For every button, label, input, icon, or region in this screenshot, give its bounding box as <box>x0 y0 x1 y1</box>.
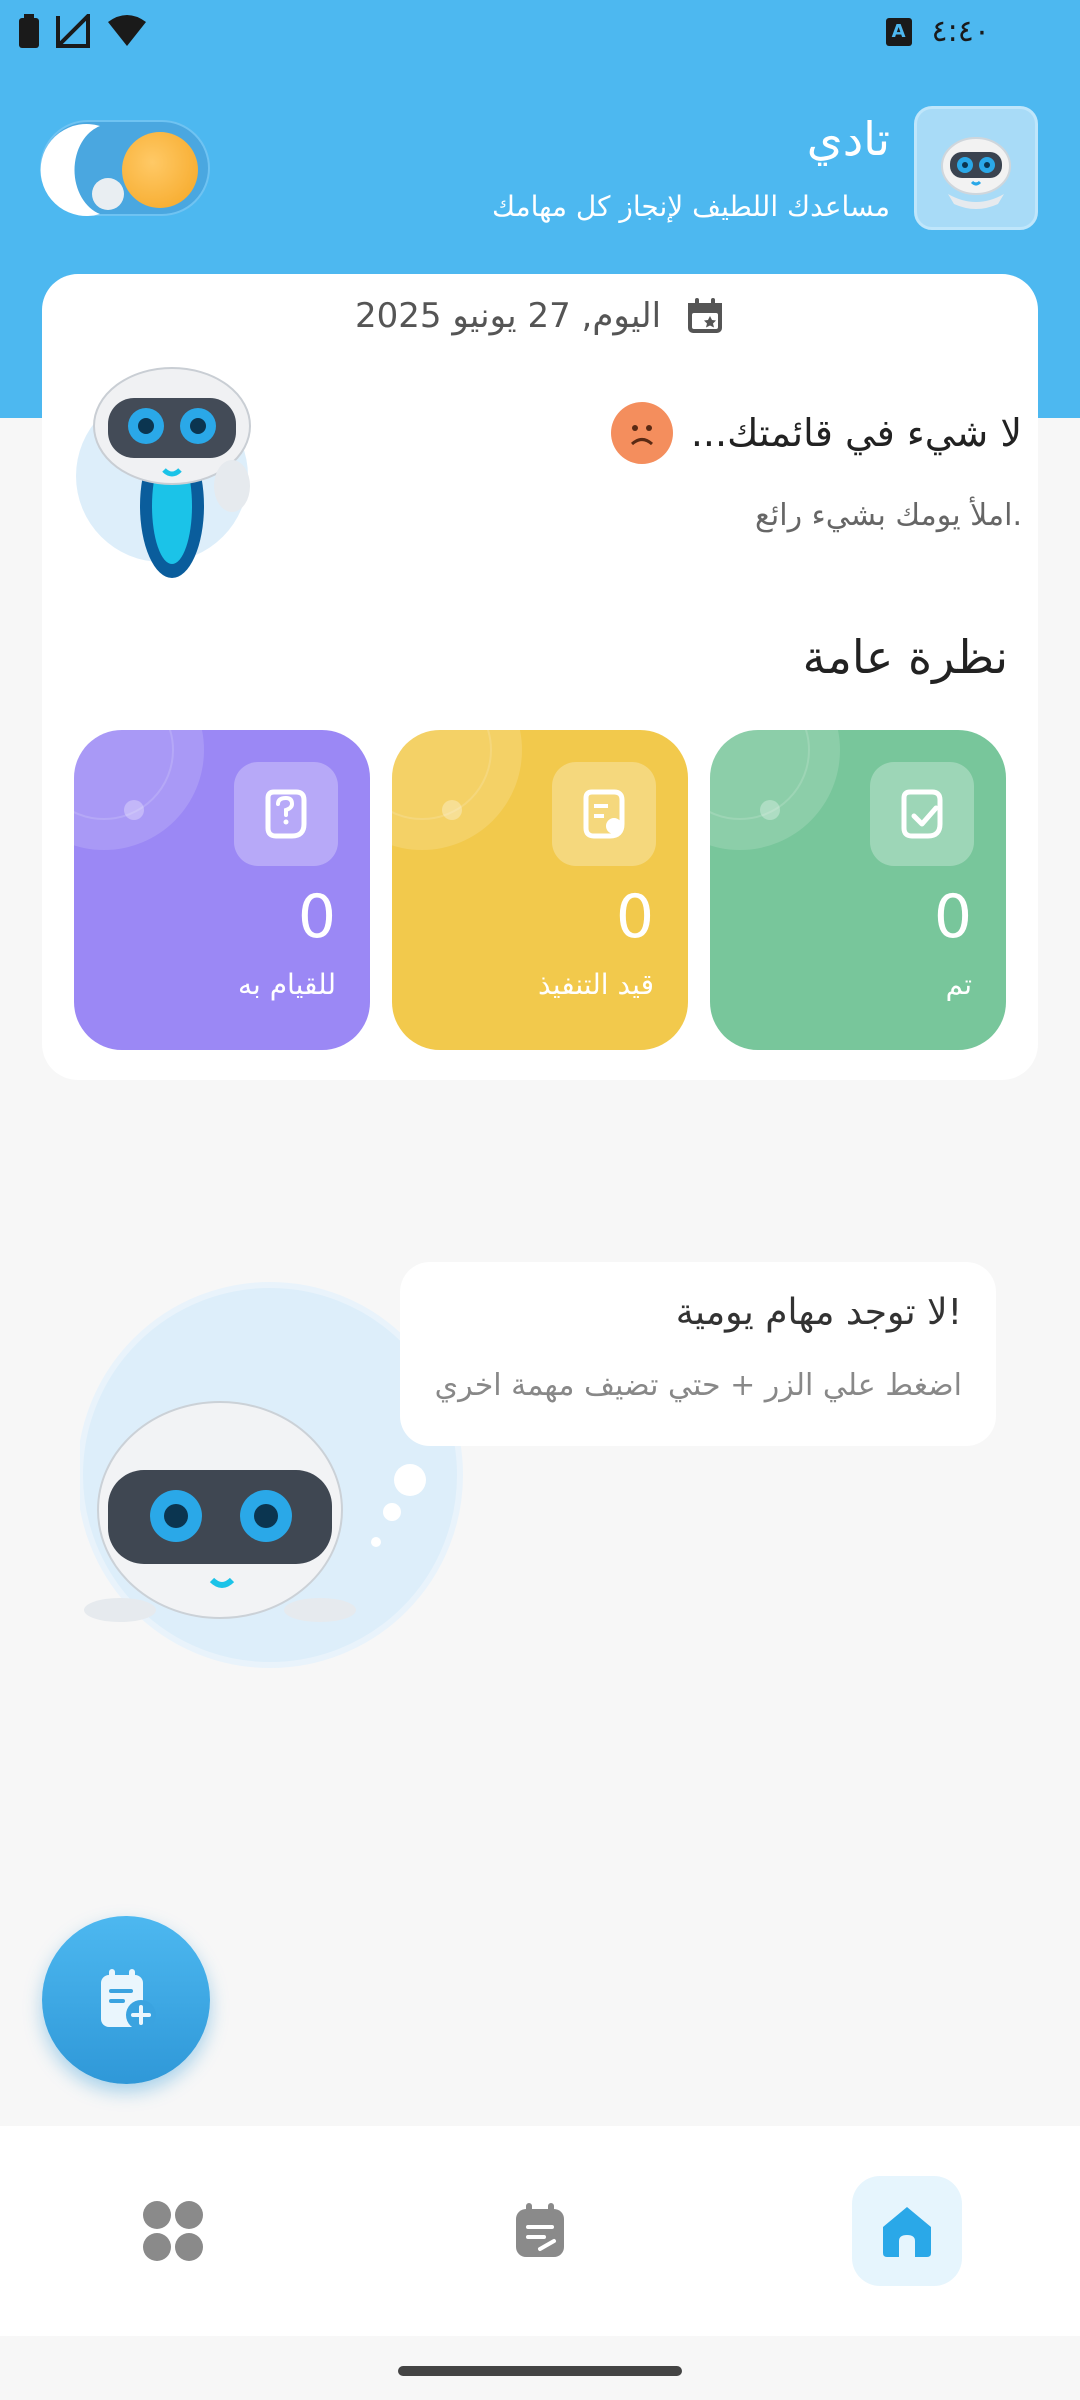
battery-icon <box>19 14 39 48</box>
in-progress-label: قيد التنفيذ <box>538 968 654 1001</box>
status-icons-right: A ٤:٤٠ <box>885 14 990 49</box>
card-decoration-dot <box>760 800 780 820</box>
card-decoration-dot <box>442 800 462 820</box>
sad-face-icon <box>610 402 673 464</box>
robot-mascot-icon <box>76 367 251 578</box>
sun-icon <box>122 132 198 208</box>
todo-card[interactable]: 0 للقيام به <box>74 730 370 1050</box>
calendar-star-icon <box>688 298 723 333</box>
wifi-icon <box>108 15 146 46</box>
summary-card: اليوم, 27 يونيو 2025 لا شيء في قائمتك...… <box>42 274 1038 1080</box>
apps-icon <box>143 2201 203 2261</box>
app-subtitle: مساعدك اللطيف لإنجاز كل مهامك <box>491 190 890 223</box>
app-avatar <box>914 106 1038 230</box>
add-note-icon <box>101 1969 156 2030</box>
in-progress-task-icon <box>552 762 656 866</box>
empty-list-row: لا شيء في قائمتك... <box>610 402 1022 464</box>
app-title: تادي <box>806 112 890 166</box>
status-icons-left <box>18 14 148 48</box>
overview-title: نظرة عامة <box>802 630 1008 684</box>
home-icon <box>883 2207 931 2257</box>
done-task-icon <box>870 762 974 866</box>
tasks-icon <box>516 2203 564 2257</box>
todo-task-icon <box>234 762 338 866</box>
card-decoration-dot <box>124 800 144 820</box>
nav-tasks[interactable] <box>485 2176 595 2286</box>
done-count: 0 <box>933 882 972 952</box>
signal-icon <box>56 14 90 48</box>
theme-toggle[interactable] <box>40 120 210 216</box>
empty-list-title: لا شيء في قائمتك... <box>690 411 1022 455</box>
moon-icon <box>40 124 124 216</box>
todo-count: 0 <box>297 882 336 952</box>
nav-apps[interactable] <box>118 2176 228 2286</box>
done-label: تم <box>945 968 972 1001</box>
home-indicator[interactable] <box>398 2366 682 2376</box>
status-bar: A ٤:٤٠ <box>0 0 1080 66</box>
daily-empty-hint: اضغط علي الزر + حتي تضيف مهمة اخري <box>434 1368 962 1403</box>
date-row: اليوم, 27 يونيو 2025 <box>42 296 1038 336</box>
empty-list-subtitle: املأ يومك بشيء رائع. <box>754 498 1022 533</box>
in-progress-card[interactable]: 0 قيد التنفيذ <box>392 730 688 1050</box>
nav-home[interactable] <box>852 2176 962 2286</box>
robot-avatar-icon <box>941 137 1011 209</box>
daily-empty-bubble: لا توجد مهام يومية! اضغط علي الزر + حتي … <box>400 1262 996 1446</box>
add-task-button[interactable] <box>42 1916 210 2084</box>
in-progress-count: 0 <box>615 882 654 952</box>
done-card[interactable]: 0 تم <box>710 730 1006 1050</box>
notification-a-icon: A <box>885 17 912 46</box>
todo-label: للقيام به <box>238 968 336 1001</box>
today-date: اليوم, 27 يونيو 2025 <box>354 296 662 336</box>
daily-empty-title: لا توجد مهام يومية! <box>675 1292 962 1333</box>
bottom-navigation <box>0 2126 1080 2336</box>
status-time: ٤:٤٠ <box>931 14 990 49</box>
